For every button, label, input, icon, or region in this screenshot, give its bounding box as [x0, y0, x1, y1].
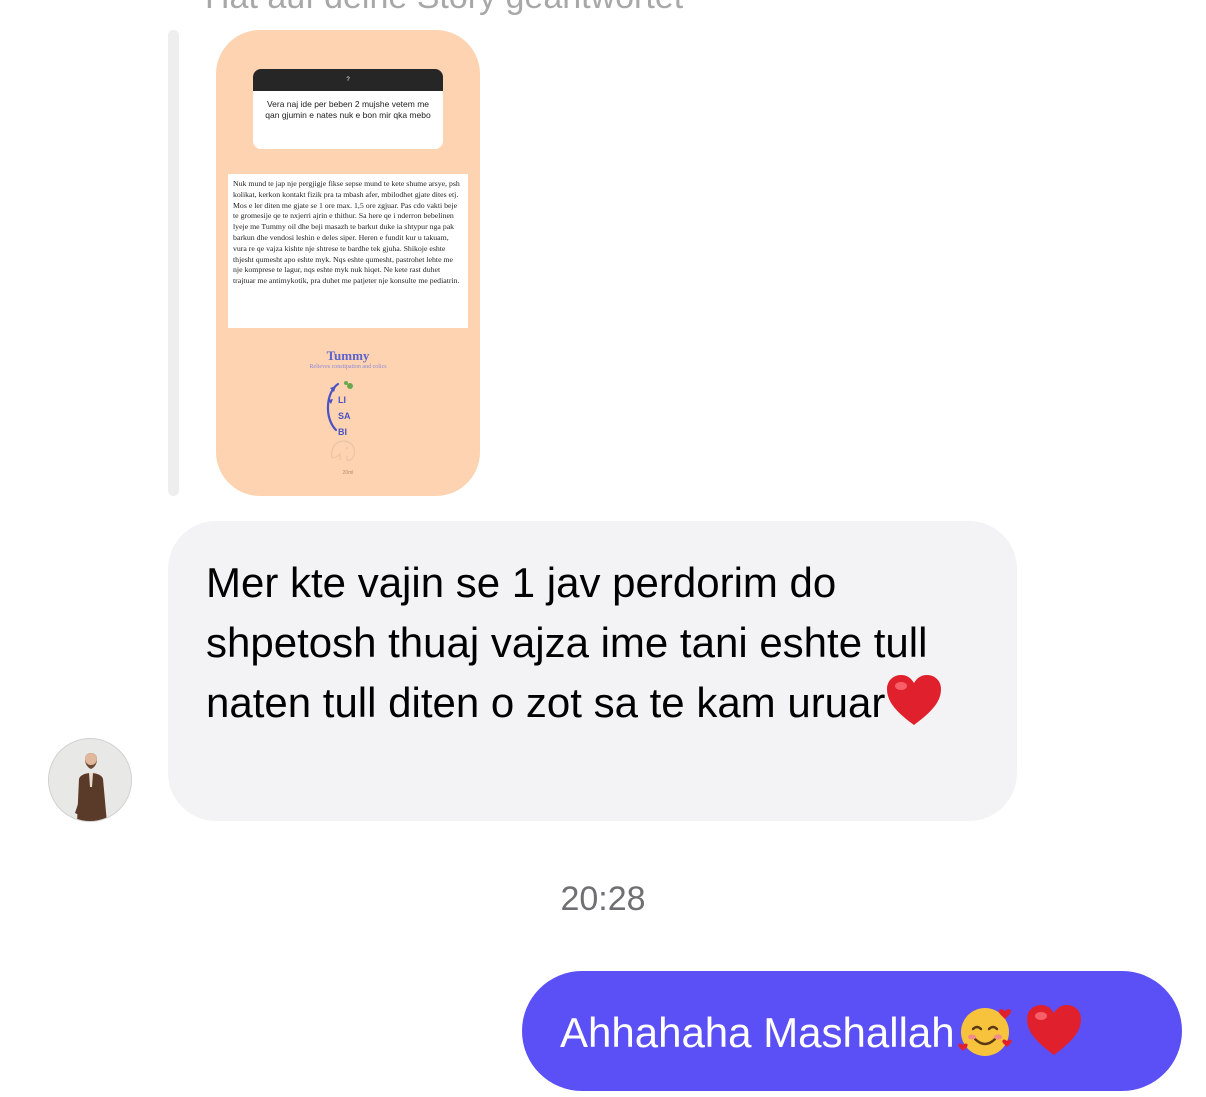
answer-box: Nuk mund te jap nje pergjigje fikse seps… — [228, 174, 468, 328]
person-silhouette-icon — [49, 739, 131, 821]
question-sticker: ? Vera naj ide per beben 2 mujshe vetem … — [253, 69, 443, 149]
incoming-message-bubble[interactable]: Mer kte vajin se 1 jav perdorim do shpet… — [168, 521, 1017, 821]
brand-block: Tummy Relieves constipation and colics — [216, 348, 480, 371]
brand-letter-li: LI — [338, 395, 346, 405]
reply-quote-bar — [168, 30, 179, 496]
incoming-message-text: Mer kte vajin se 1 jav perdorim do shpet… — [206, 559, 928, 726]
message-timestamp: 20:28 — [560, 880, 646, 918]
story-footer: 20ml — [342, 470, 354, 476]
dm-thread: Hat auf deine Story geantwortet ? Vera n… — [0, 0, 1206, 1097]
brand-name: Tummy — [326, 348, 370, 363]
avatar[interactable] — [48, 738, 132, 822]
outgoing-message-text: Ahhahaha Mashallah — [560, 1009, 955, 1056]
red-heart-icon — [887, 675, 942, 725]
brand-letters: LI SA BI — [338, 392, 351, 440]
story-preview[interactable]: ? Vera naj ide per beben 2 mujshe vetem … — [216, 30, 480, 496]
brand-tagline: Relieves constipation and colics — [309, 364, 387, 370]
outgoing-message-bubble[interactable]: Ahhahaha Mashallah — [522, 971, 1182, 1091]
red-heart-icon — [1026, 1005, 1081, 1055]
question-sticker-header: ? — [253, 69, 443, 91]
elephant-icon — [331, 440, 356, 461]
story-reply-header: Hat auf deine Story geantwortet — [205, 0, 683, 17]
answer-text: Nuk mund te jap nje pergjigje fikse seps… — [233, 179, 460, 286]
question-text: Vera naj ide per beben 2 mujshe vetem me… — [265, 99, 431, 120]
smiling-face-with-hearts-icon — [957, 1008, 1012, 1056]
brand-letter-sa: SA — [338, 411, 351, 421]
